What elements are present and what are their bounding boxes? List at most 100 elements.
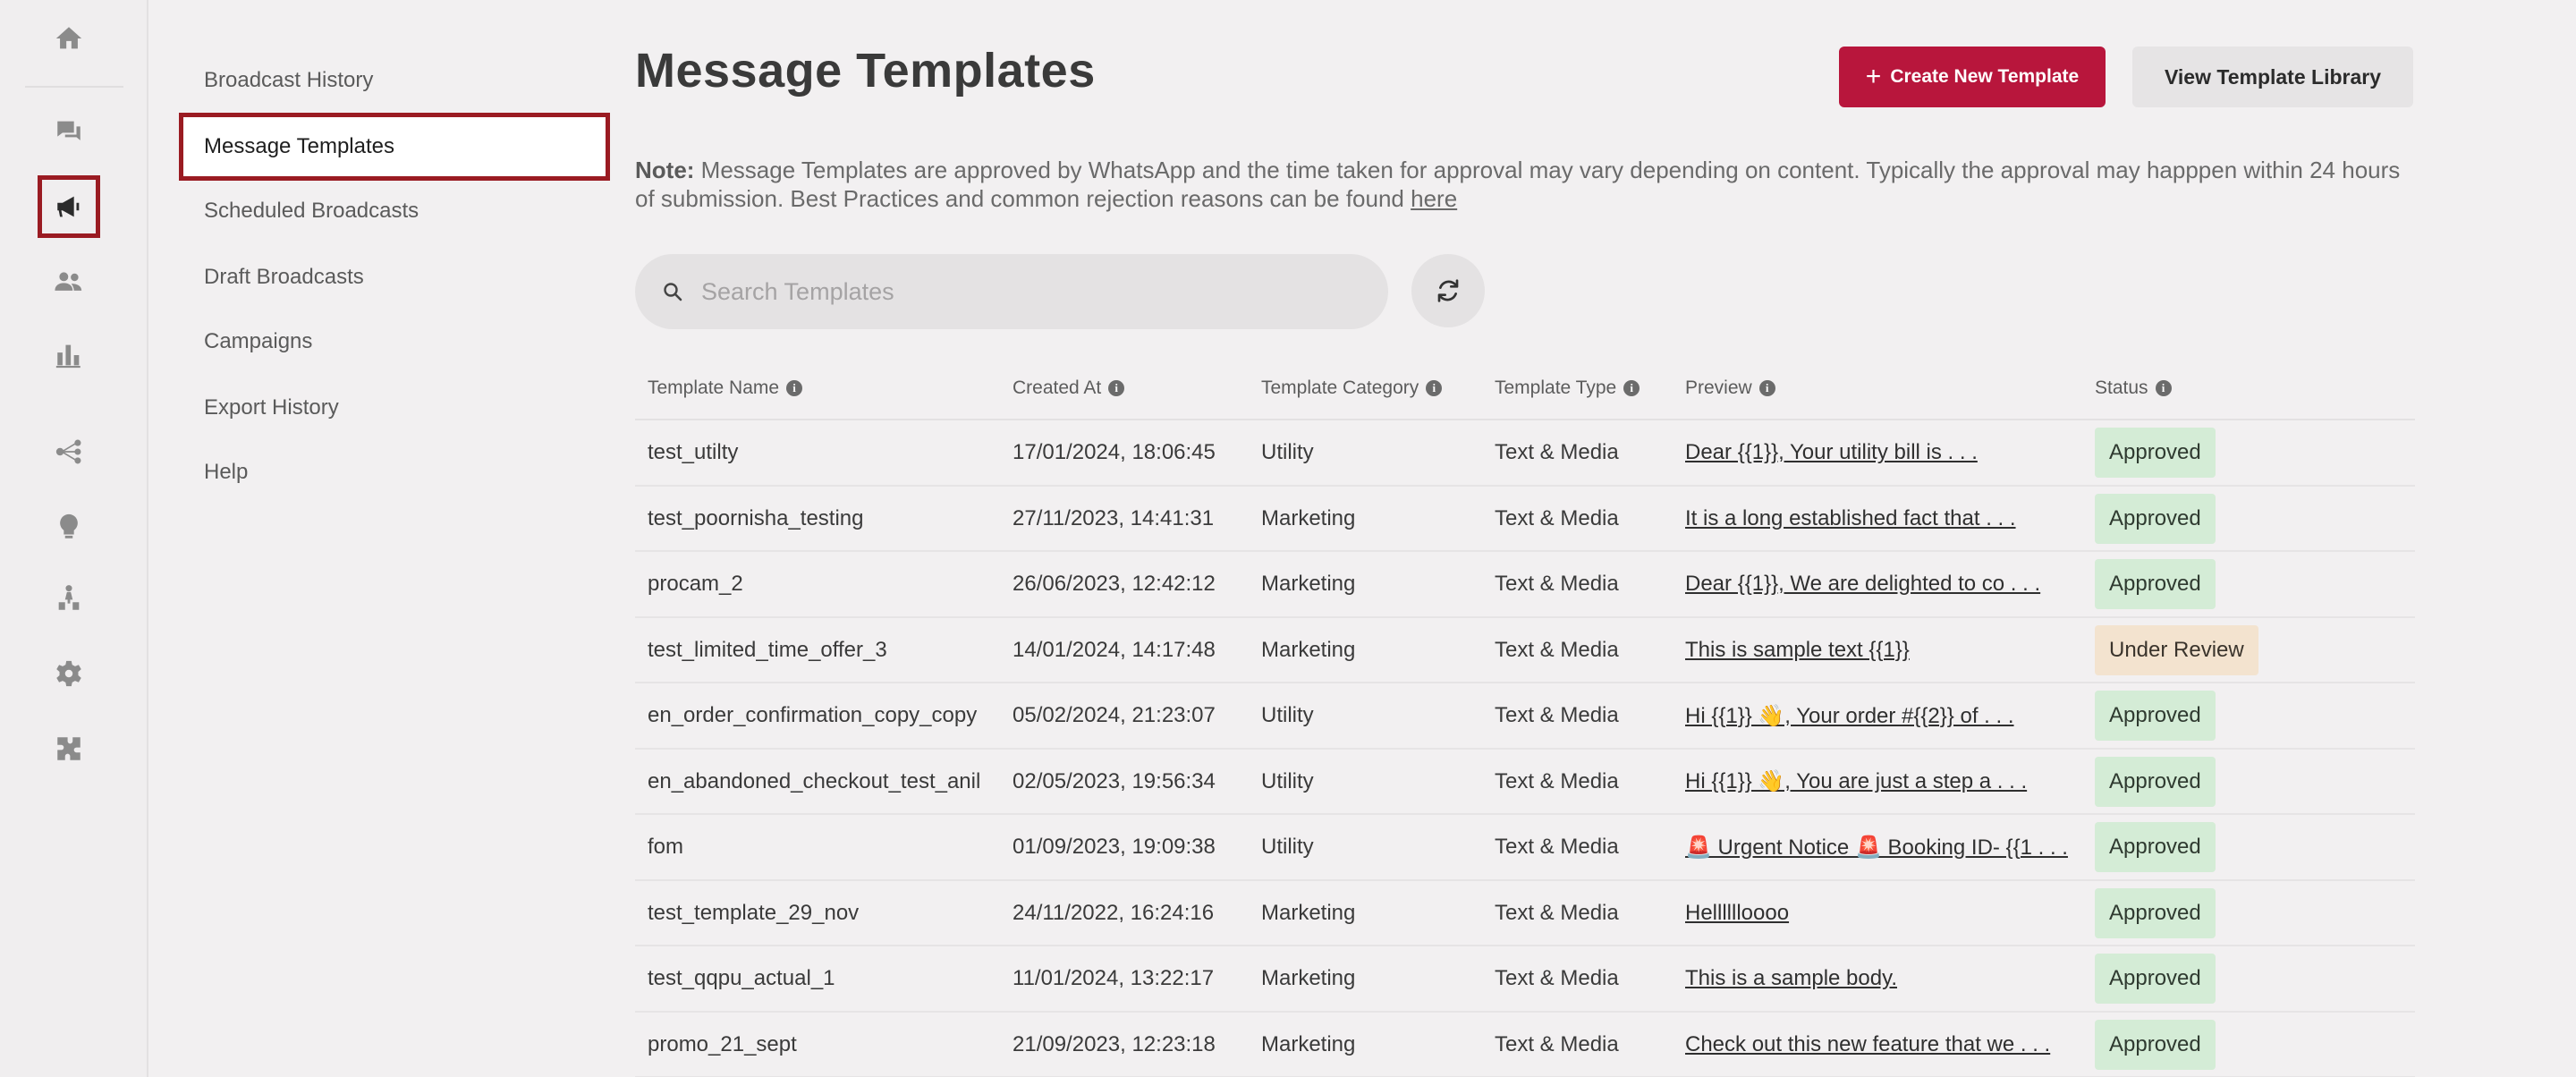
status-badge: Approved <box>2095 691 2216 741</box>
template-name-cell: test_qqpu_actual_1 <box>648 966 835 990</box>
preview-link[interactable]: It is a long established fact that . . . <box>1685 506 2016 531</box>
refresh-button[interactable] <box>1411 254 1485 327</box>
created-at-cell: 05/02/2024, 21:23:07 <box>1013 703 1216 727</box>
table-row[interactable]: en_order_confirmation_copy_copy 05/02/20… <box>635 683 2415 750</box>
subnav-item-help[interactable]: Help <box>179 438 610 506</box>
status-cell: Approved <box>2095 946 2216 1011</box>
column-label: Template Type <box>1495 377 1617 398</box>
subnav-item-scheduled-broadcasts[interactable]: Scheduled Broadcasts <box>179 177 610 245</box>
template-name-cell: procam_2 <box>648 572 743 596</box>
status-badge: Approved <box>2095 887 2216 938</box>
gear-icon[interactable] <box>38 642 100 705</box>
type-cell: Text & Media <box>1495 768 1619 793</box>
preview-cell: Hi {{1}} 👋, Your order #{{2}} of . . . <box>1685 683 2014 748</box>
template-name-cell: en_abandoned_checkout_test_anil <box>648 768 981 793</box>
created-at-cell: 11/01/2024, 13:22:17 <box>1013 966 1215 990</box>
template-name-cell: test_utilty <box>648 440 739 464</box>
preview-link[interactable]: This is a sample body. <box>1685 966 1897 991</box>
preview-link[interactable]: Dear {{1}}, We are delighted to co . . . <box>1685 572 2040 597</box>
create-new-template-button[interactable]: + Create New Template <box>1839 47 2106 107</box>
type-cell: Text & Media <box>1495 505 1619 530</box>
created-at-cell: 01/09/2023, 19:09:38 <box>1013 835 1216 859</box>
column-label: Template Name <box>648 377 780 398</box>
category-cell: Marketing <box>1261 1031 1356 1056</box>
table-row[interactable]: test_utilty 17/01/2024, 18:06:45 Utility… <box>635 420 2415 487</box>
column-template-name[interactable]: Template Name i <box>648 356 803 420</box>
type-cell: Text & Media <box>1495 1031 1619 1056</box>
column-template-category[interactable]: Template Category i <box>1261 356 1443 420</box>
preview-cell: Helllllloooo <box>1685 881 1789 946</box>
icon-rail <box>0 0 148 1077</box>
created-at-cell: 26/06/2023, 12:42:12 <box>1013 572 1216 596</box>
table-row[interactable]: en_abandoned_checkout_test_anil 02/05/20… <box>635 750 2415 815</box>
bar-chart-icon[interactable] <box>38 324 100 386</box>
view-template-library-button[interactable]: View Template Library <box>2132 47 2413 107</box>
note-prefix: Note: <box>635 157 695 183</box>
home-icon[interactable] <box>38 7 100 70</box>
template-name-cell: fom <box>648 835 684 859</box>
status-badge: Approved <box>2095 954 2216 1004</box>
subnav-item-export-history[interactable]: Export History <box>179 374 610 442</box>
status-cell: Approved <box>2095 881 2216 946</box>
table-row[interactable]: test_qqpu_actual_1 11/01/2024, 13:22:17 … <box>635 946 2415 1013</box>
created-at-cell: 17/01/2024, 18:06:45 <box>1013 440 1216 464</box>
info-icon[interactable]: i <box>1426 380 1443 396</box>
info-icon[interactable]: i <box>2155 380 2172 396</box>
subnav-item-message-templates[interactable]: Message Templates <box>179 113 610 181</box>
preview-link[interactable]: Hi {{1}} 👋, You are just a step a . . . <box>1685 768 2027 794</box>
preview-link[interactable]: Helllllloooo <box>1685 901 1789 926</box>
megaphone-icon[interactable] <box>38 175 100 238</box>
column-created-at[interactable]: Created At i <box>1013 356 1125 420</box>
status-badge: Under Review <box>2095 624 2258 675</box>
status-badge: Approved <box>2095 493 2216 544</box>
category-cell: Utility <box>1261 703 1314 727</box>
status-cell: Approved <box>2095 750 2216 814</box>
search-input[interactable] <box>701 277 1345 306</box>
info-icon[interactable]: i <box>1623 380 1640 396</box>
status-cell: Approved <box>2095 1013 2216 1077</box>
table-row[interactable]: promo_21_sept 21/09/2023, 12:23:18 Marke… <box>635 1013 2415 1077</box>
info-icon[interactable]: i <box>1758 380 1775 396</box>
table-row[interactable]: procam_2 26/06/2023, 12:42:12 Marketing … <box>635 552 2415 618</box>
category-cell: Marketing <box>1261 966 1356 990</box>
type-cell: Text & Media <box>1495 966 1619 990</box>
column-template-type[interactable]: Template Type i <box>1495 356 1640 420</box>
note-text: Message Templates are approved by WhatsA… <box>635 157 2401 212</box>
preview-cell: It is a long established fact that . . . <box>1685 487 2016 551</box>
templates-table: Template Name i Created At i Template Cate… <box>635 356 2415 1077</box>
best-practices-link[interactable]: here <box>1411 185 1457 212</box>
column-status[interactable]: Status i <box>2095 356 2172 420</box>
created-at-cell: 27/11/2023, 14:41:31 <box>1013 505 1215 530</box>
column-preview[interactable]: Preview i <box>1685 356 1775 420</box>
status-badge: Approved <box>2095 756 2216 807</box>
subnav-item-draft-broadcasts[interactable]: Draft Broadcasts <box>179 243 610 311</box>
preview-link[interactable]: 🚨 Urgent Notice 🚨 Booking ID- {{1 . . . <box>1685 835 2068 861</box>
type-cell: Text & Media <box>1495 900 1619 925</box>
lightbulb-icon[interactable] <box>38 496 100 558</box>
puzzle-icon[interactable] <box>38 717 100 780</box>
flow-icon[interactable] <box>38 420 100 483</box>
subnav-item-broadcast-history[interactable]: Broadcast History <box>179 47 610 114</box>
status-badge: Approved <box>2095 559 2216 609</box>
chat-icon[interactable] <box>38 100 100 163</box>
info-icon[interactable]: i <box>1108 380 1125 396</box>
column-label: Template Category <box>1261 377 1419 398</box>
preview-cell: Hi {{1}} 👋, You are just a step a . . . <box>1685 750 2027 814</box>
subnav-item-campaigns[interactable]: Campaigns <box>179 308 610 376</box>
preview-link[interactable]: Dear {{1}}, Your utility bill is . . . <box>1685 440 1978 465</box>
status-badge: Approved <box>2095 822 2216 872</box>
plus-icon: + <box>1865 62 1882 91</box>
table-row[interactable]: test_limited_time_offer_3 14/01/2024, 14… <box>635 618 2415 683</box>
table-row[interactable]: fom 01/09/2023, 19:09:38 Utility Text & … <box>635 815 2415 881</box>
created-at-cell: 24/11/2022, 16:24:16 <box>1013 900 1215 925</box>
preview-link[interactable]: Hi {{1}} 👋, Your order #{{2}} of . . . <box>1685 703 2014 729</box>
info-icon[interactable]: i <box>786 380 803 396</box>
users-icon[interactable] <box>38 250 100 313</box>
preview-link[interactable]: Check out this new feature that we . . . <box>1685 1032 2050 1057</box>
table-row[interactable]: test_template_29_nov 24/11/2022, 16:24:1… <box>635 881 2415 946</box>
type-cell: Text & Media <box>1495 637 1619 662</box>
preview-link[interactable]: This is sample text {{1}} <box>1685 638 1910 663</box>
hierarchy-icon[interactable] <box>38 567 100 630</box>
category-cell: Utility <box>1261 440 1314 464</box>
table-row[interactable]: test_poornisha_testing 27/11/2023, 14:41… <box>635 487 2415 552</box>
